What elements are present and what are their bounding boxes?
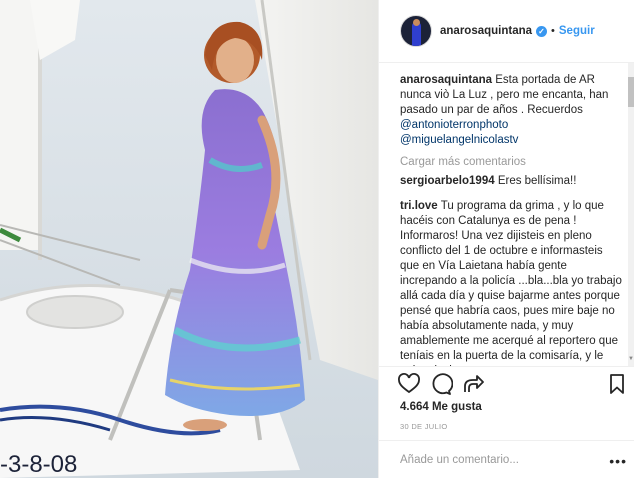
avatar-head — [413, 19, 420, 26]
comment-username[interactable]: tri.love — [400, 200, 438, 212]
avatar[interactable] — [400, 15, 432, 47]
heart-icon[interactable] — [397, 372, 421, 396]
comment-bubble-icon[interactable] — [429, 372, 453, 396]
caption-username[interactable]: anarosaquintana — [400, 74, 492, 86]
verified-badge-icon: ✓ — [536, 25, 548, 37]
bookmark-icon[interactable] — [605, 372, 629, 396]
comment-text: Eres bellísima!! — [497, 175, 577, 187]
comment-text: Tu programa da grima , y lo que hacéis c… — [400, 200, 622, 366]
add-comment-input[interactable] — [379, 441, 579, 478]
comments-scrollbar[interactable] — [628, 63, 634, 366]
comment-username[interactable]: sergioarbelo1994 — [400, 175, 495, 187]
follow-button[interactable]: Seguir — [559, 25, 595, 37]
comment-item: sergioarbelo1994 Eres bellísima!! — [400, 174, 623, 189]
hull-number: -3-8-08 — [0, 451, 77, 478]
header-username[interactable]: anarosaquintana — [440, 25, 532, 37]
comments-list[interactable]: anarosaquintana Esta portada de AR nunca… — [379, 63, 634, 366]
post-header: anarosaquintana ✓ • Seguir — [379, 0, 634, 63]
boat-photo-illustration: -3-8-08 — [0, 0, 378, 478]
instagram-post: -3-8-08 anarosaquintana ✓ • Seguir anaro… — [0, 0, 634, 478]
comment-item: tri.love Tu programa da grima , y lo que… — [400, 199, 623, 366]
post-side-panel: anarosaquintana ✓ • Seguir anarosaquinta… — [378, 0, 634, 478]
scroll-down-arrow-icon[interactable]: ▼ — [628, 356, 634, 366]
scrollbar-thumb[interactable] — [628, 77, 634, 107]
caption: anarosaquintana Esta portada de AR nunca… — [400, 73, 623, 148]
caption-mention-1[interactable]: @antonioterronphoto — [400, 119, 508, 131]
likes-count[interactable]: 4.664 Me gusta — [400, 401, 482, 413]
post-date[interactable]: 30 DE JULIO — [400, 422, 447, 431]
add-comment-bar: ••• — [379, 440, 634, 478]
share-arrow-icon[interactable] — [461, 372, 485, 396]
header-separator: • — [551, 25, 555, 37]
post-photo[interactable]: -3-8-08 — [0, 0, 378, 478]
load-more-comments-button[interactable]: Cargar más comentarios — [400, 156, 623, 168]
caption-mention-2[interactable]: @miguelangelnicolastv — [400, 134, 518, 146]
action-bar — [379, 366, 634, 398]
more-options-icon[interactable]: ••• — [609, 453, 627, 469]
